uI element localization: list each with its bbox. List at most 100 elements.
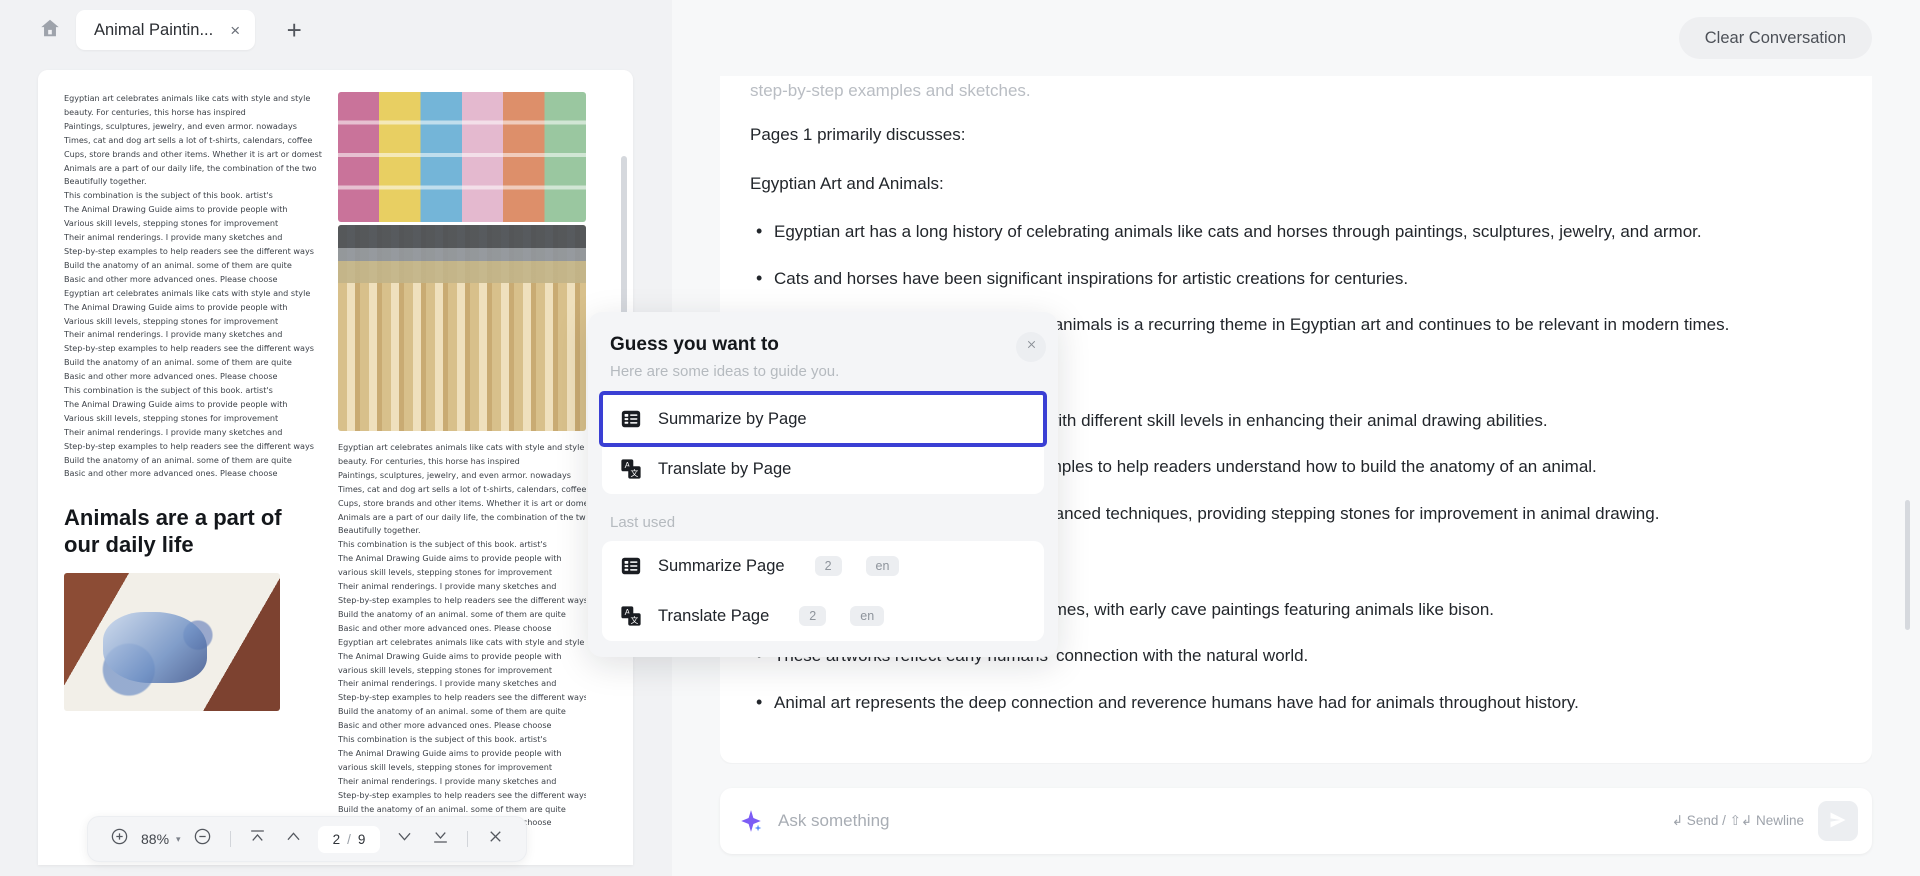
pdf-text-line: Build the anatomy of an animal. some of … <box>338 706 566 717</box>
pdf-text-line: Their animal renderings. I provide many … <box>64 426 283 437</box>
pdf-text-line: Step-by-step examples to help readers se… <box>64 343 314 354</box>
zoom-level-selector[interactable]: 88% ▾ <box>138 831 184 847</box>
translate-icon: A文 <box>620 458 642 480</box>
app-root: Animal Paintin... × + Egyptian art celeb… <box>0 0 1920 876</box>
pdf-text-line: Build the anatomy of an animal. some of … <box>64 454 292 465</box>
pdf-text-line: Animals are a part of our daily life, th… <box>64 162 317 173</box>
tab-bar: Animal Paintin... × + <box>0 0 672 60</box>
chat-input[interactable] <box>764 811 1672 831</box>
zoom-in-button[interactable] <box>102 822 136 856</box>
message-paragraph-2: Egyptian Art and Animals: <box>750 173 944 193</box>
pdf-text-line: Various skill levels, stepping stones fo… <box>64 315 279 326</box>
chat-header: Clear Conversation <box>672 0 1920 76</box>
page-separator: / <box>347 831 351 847</box>
page-indicator[interactable]: 2 / 9 <box>317 825 381 853</box>
close-icon <box>486 827 505 851</box>
close-icon[interactable]: × <box>227 20 243 41</box>
pdf-text-line: Step-by-step examples to help readers se… <box>338 789 586 800</box>
suggestion-group: Summarize by Page A 文 Translate by Page <box>599 391 1047 494</box>
message-bullet: Cats and horses have been significant in… <box>750 265 1842 291</box>
pdf-text-line: This combination is the subject of this … <box>338 734 547 745</box>
last-used-count-badge: 2 <box>799 606 827 626</box>
suggestion-item-2[interactable]: A 文 Translate by Page <box>602 444 1044 494</box>
pdf-text-line: Beautifully together. <box>338 525 421 536</box>
send-icon <box>1828 810 1848 833</box>
suggestion-item-label: Translate by Page <box>658 459 792 478</box>
pdf-toolbar: 88% ▾ 2 / 9 <box>87 816 528 862</box>
pdf-text-line: Their animal renderings. I provide many … <box>64 232 283 243</box>
pdf-headline: Animals are a part of our daily life <box>64 505 282 558</box>
pdf-text-line: Paintings, sculptures, jewelry, and even… <box>64 120 297 131</box>
message-paragraph-1: Pages 1 primarily discusses: <box>750 125 966 145</box>
toolbar-divider <box>229 831 231 847</box>
new-tab-button[interactable]: + <box>277 13 311 47</box>
pdf-text-line: Build the anatomy of an animal. some of … <box>64 357 292 368</box>
pdf-image-palette <box>338 92 586 222</box>
page-current: 2 <box>332 831 341 847</box>
document-tab[interactable]: Animal Paintin... × <box>76 10 256 50</box>
pdf-text-line: various skill levels, stepping stones fo… <box>338 761 553 772</box>
zoom-out-button[interactable] <box>186 822 220 856</box>
pdf-text-line: Basic and other more advanced ones. Plea… <box>338 622 552 633</box>
pdf-text-line: The Animal Drawing Guide aims to provide… <box>64 301 288 312</box>
pdf-text-line: Egyptian art celebrates animals like cat… <box>64 287 311 298</box>
message-bullet: Animal art represents the deep connectio… <box>750 689 1842 715</box>
svg-text:文: 文 <box>630 615 638 625</box>
prev-page-button[interactable] <box>277 822 311 856</box>
sparkle-icon <box>738 808 764 834</box>
pdf-text-line: various skill levels, stepping stones fo… <box>338 664 553 675</box>
last-page-button[interactable] <box>423 822 457 856</box>
clear-conversation-button[interactable]: Clear Conversation <box>1678 17 1872 59</box>
pdf-text-line: Times, cat and dog art sells a lot of t-… <box>338 483 586 494</box>
pdf-text-line: The Animal Drawing Guide aims to provide… <box>338 553 562 564</box>
svg-text:文: 文 <box>630 468 638 478</box>
pdf-text-line: Build the anatomy of an animal. some of … <box>338 803 566 814</box>
plus-circle-icon <box>110 827 129 851</box>
pdf-text-line: Basic and other more advanced ones. Plea… <box>64 468 278 479</box>
chevron-down-icon: ▾ <box>176 833 181 844</box>
last-used-item-1[interactable]: Summarize Page 2 en <box>602 541 1044 591</box>
suggestion-item-1[interactable]: Summarize by Page <box>599 391 1047 447</box>
pdf-text-line: Paintings, sculptures, jewelry, and even… <box>338 469 571 480</box>
input-hint: ↲ Send / ⇧↲ Newline <box>1671 813 1804 828</box>
pdf-text-line: various skill levels, stepping stones fo… <box>338 567 553 578</box>
send-button[interactable] <box>1818 801 1858 841</box>
last-used-item-label: Summarize Page <box>658 556 785 575</box>
pdf-text-line: The Animal Drawing Guide aims to provide… <box>64 398 288 409</box>
last-used-item-2[interactable]: A 文 Translate Page 2 en <box>602 591 1044 641</box>
first-page-button[interactable] <box>241 822 275 856</box>
document-tab-label: Animal Paintin... <box>94 20 214 39</box>
pdf-text-line: Various skill levels, stepping stones fo… <box>64 218 279 229</box>
pdf-text-line: The Animal Drawing Guide aims to provide… <box>64 204 288 215</box>
message-bullet: Egyptian art has a long history of celeb… <box>750 218 1842 244</box>
suggestion-popup: Guess you want to Here are some ideas to… <box>588 312 1058 657</box>
pdf-text-line: Their animal renderings. I provide many … <box>338 775 557 786</box>
pdf-columns: Egyptian art celebrates animals like cat… <box>64 92 607 830</box>
last-used-label: Last used <box>610 514 676 531</box>
popup-close-button[interactable] <box>1016 332 1046 362</box>
pdf-text-line: beauty. For centuries, this horse has in… <box>64 106 246 117</box>
pdf-text-line: Various skill levels, stepping stones fo… <box>64 412 279 423</box>
chat-scrollbar[interactable] <box>1905 500 1910 630</box>
pdf-text-line: This combination is the subject of this … <box>338 539 547 550</box>
pdf-viewer-pane: Animal Paintin... × + Egyptian art celeb… <box>0 0 672 876</box>
close-icon <box>1025 338 1038 356</box>
last-used-lang-badge: en <box>865 556 900 576</box>
close-viewer-button[interactable] <box>478 822 512 856</box>
last-used-lang-badge: en <box>850 606 885 626</box>
pdf-page-container[interactable]: Egyptian art celebrates animals like cat… <box>38 70 633 865</box>
home-button[interactable] <box>30 10 70 50</box>
pdf-text-line: Build the anatomy of an animal. some of … <box>64 259 292 270</box>
chevron-down-icon <box>395 827 414 851</box>
pdf-text-line: Step-by-step examples to help readers se… <box>64 440 314 451</box>
pdf-text-line: Basic and other more advanced ones. Plea… <box>64 371 278 382</box>
toolbar-divider-2 <box>467 831 469 847</box>
pdf-text-line: Their animal renderings. I provide many … <box>338 678 557 689</box>
pdf-text-line: Step-by-step examples to help readers se… <box>338 594 586 605</box>
pdf-column-left: Egyptian art celebrates animals like cat… <box>64 92 322 830</box>
pdf-text-line: Step-by-step examples to help readers se… <box>64 245 314 256</box>
pdf-image-brushes <box>338 225 586 431</box>
suggestion-item-label: Summarize by Page <box>658 409 807 428</box>
first-page-icon <box>248 827 267 851</box>
next-page-button[interactable] <box>387 822 421 856</box>
